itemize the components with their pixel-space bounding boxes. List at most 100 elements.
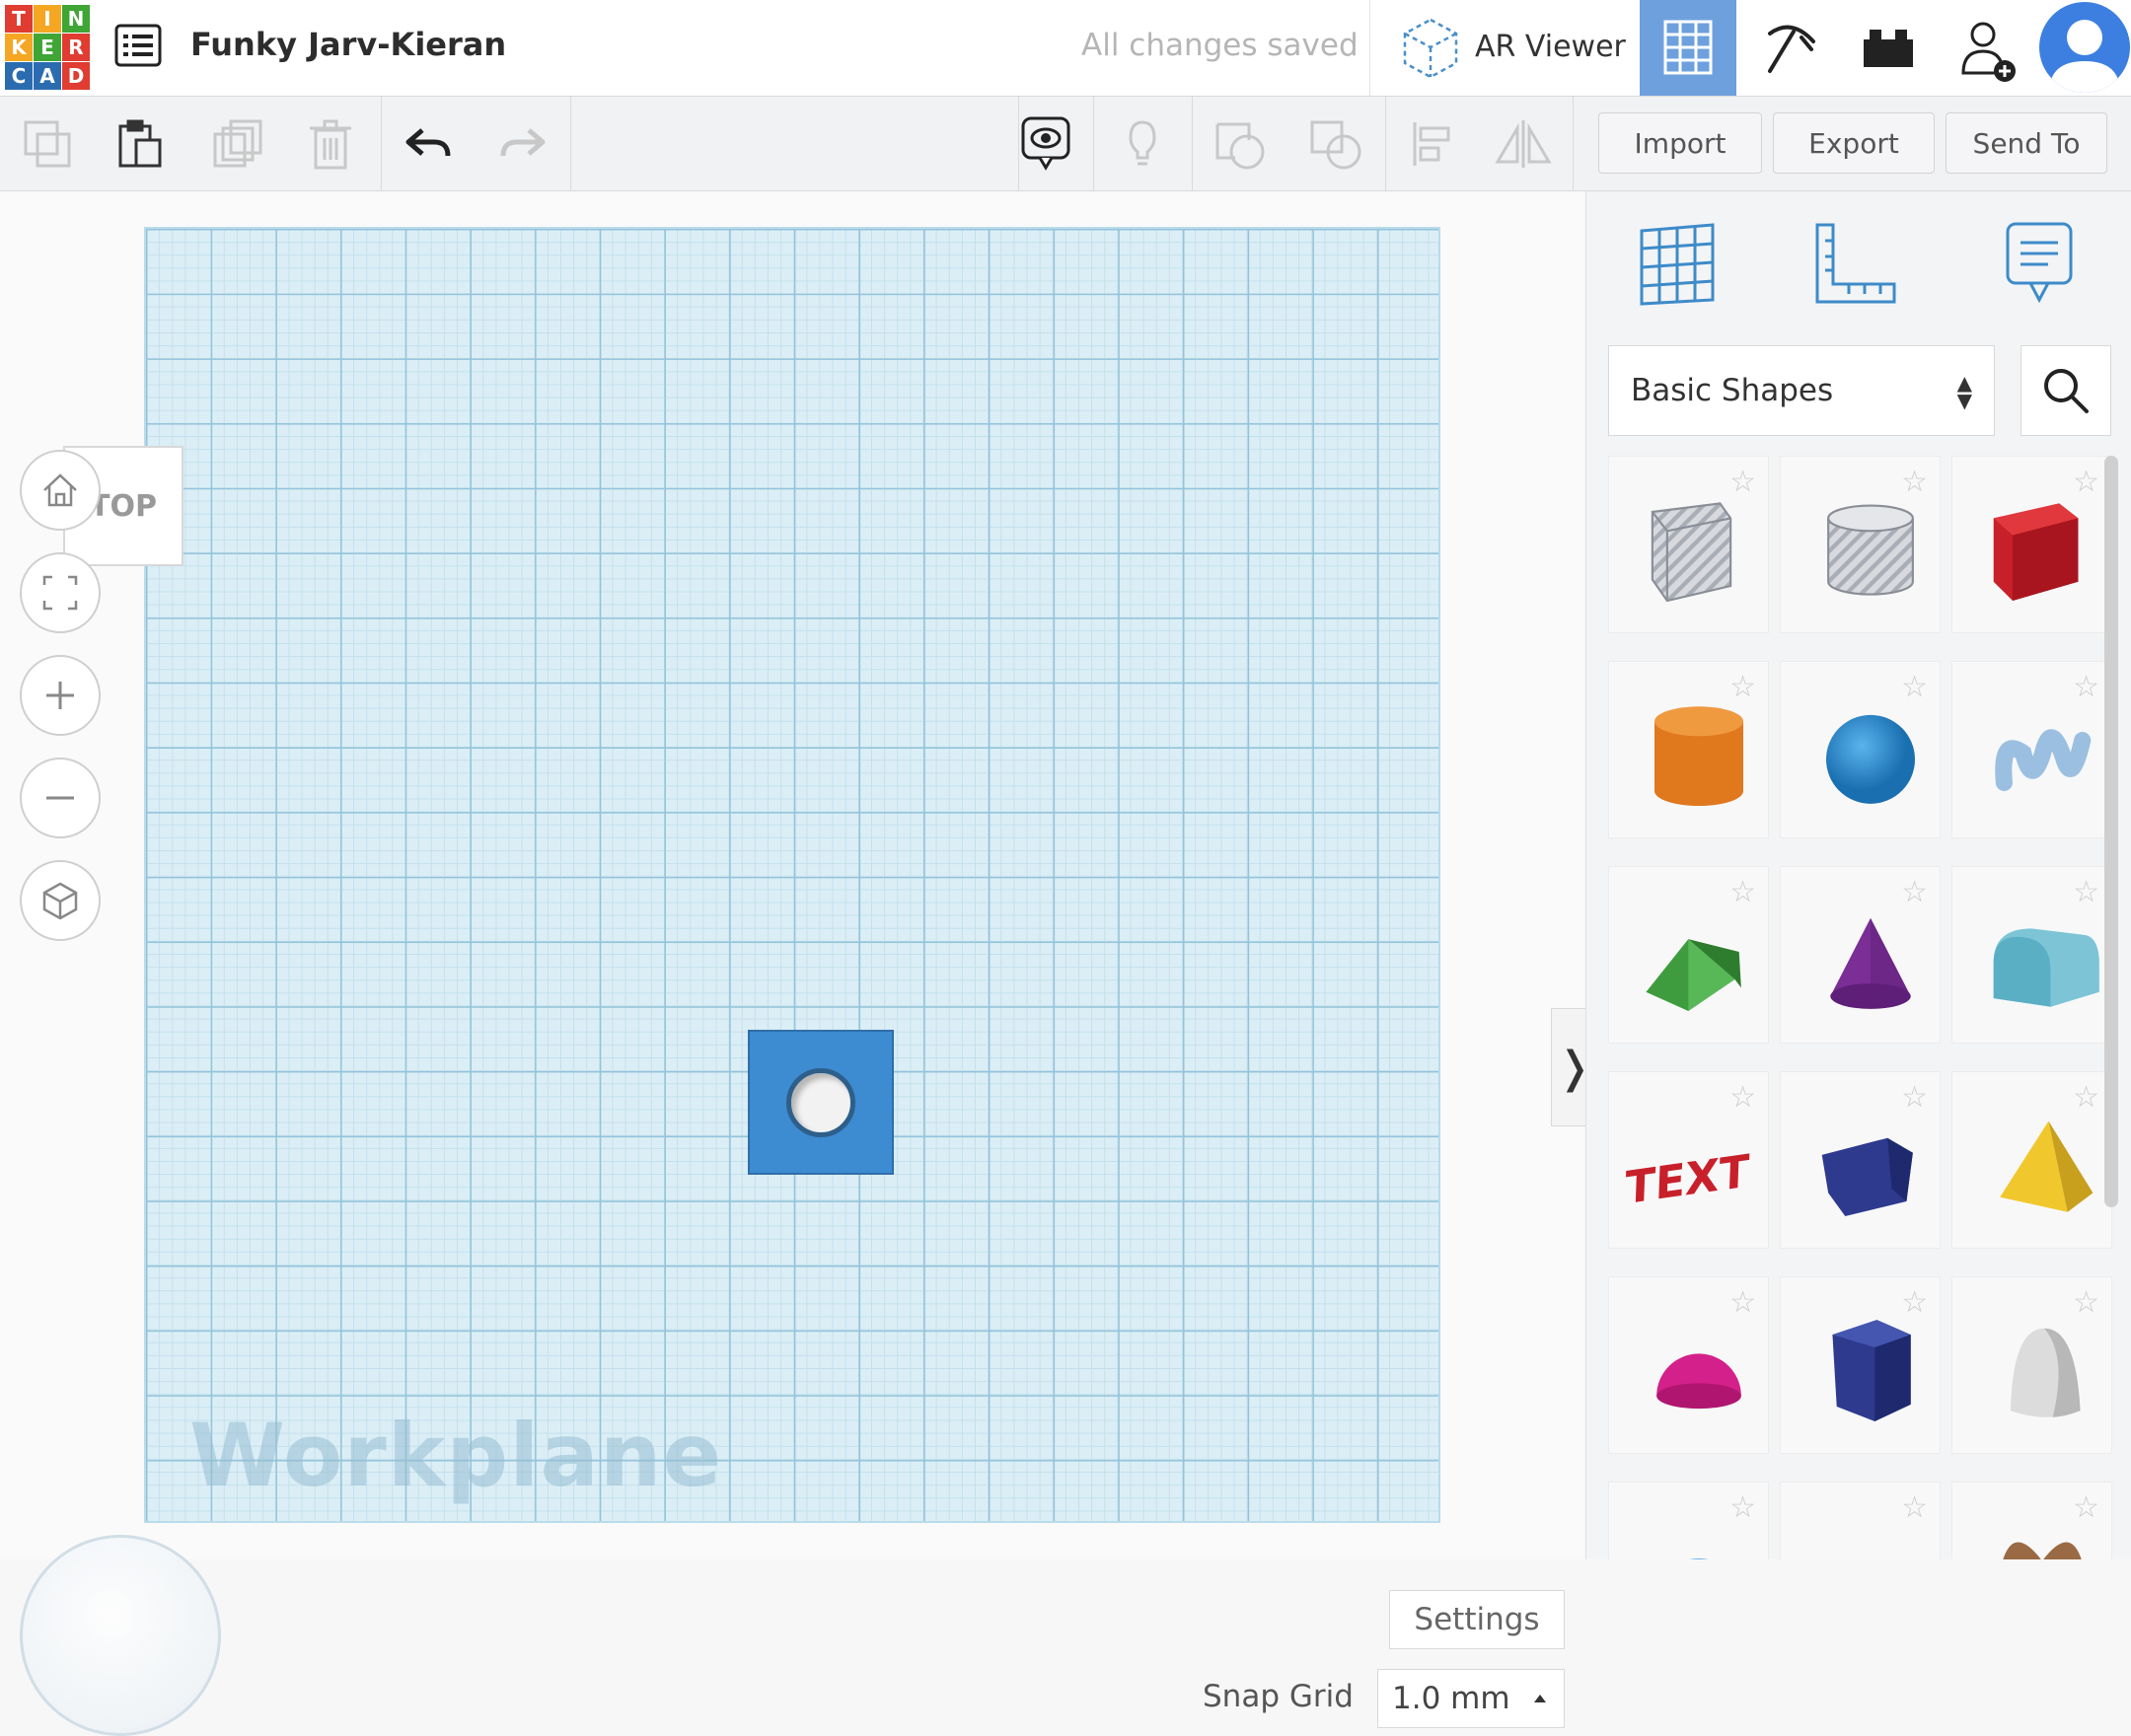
shape-tile-prism[interactable]: ☆ <box>1780 1276 1941 1454</box>
undo-icon[interactable] <box>403 118 454 170</box>
notes-eye-icon[interactable] <box>1020 114 1071 174</box>
group-icon[interactable] <box>1213 118 1265 170</box>
shape-grid: ☆ ☆ ☆ ☆ ☆ ☆ ☆ ☆ ☆ ☆ TEXT ☆ ☆ ☆ ☆ ☆ ☆ ☆ ☆ <box>1608 456 2121 1559</box>
user-avatar[interactable] <box>2039 2 2130 93</box>
ungroup-icon[interactable] <box>1308 118 1361 170</box>
duplicate-icon[interactable] <box>211 118 262 170</box>
trash-icon[interactable] <box>306 118 357 170</box>
divider <box>1573 97 1574 190</box>
shape-tile-cylinder-hole[interactable]: ☆ <box>1780 456 1941 633</box>
divider <box>381 97 382 190</box>
logo-letter: D <box>62 62 90 90</box>
shape-tile-sphere[interactable]: ☆ <box>1780 661 1941 838</box>
prism-thumbnail <box>1832 1320 1911 1421</box>
copy-icon[interactable] <box>22 118 73 170</box>
avatar-icon <box>2049 20 2120 93</box>
logo-letter: R <box>62 34 90 61</box>
svg-text:TEXT: TEXT <box>1625 1144 1750 1214</box>
ruler-icon[interactable] <box>1813 221 1898 310</box>
cylinder-hole <box>786 1068 855 1137</box>
plus-icon <box>46 682 74 709</box>
divider <box>1018 97 1019 190</box>
panel-scrollbar[interactable] <box>2104 456 2118 1207</box>
cylinder-thumbnail <box>1654 706 1743 806</box>
project-title[interactable]: Funky Jarv-Kieran <box>190 26 506 63</box>
3d-design-view-button[interactable] <box>1640 0 1736 96</box>
align-icon[interactable] <box>1409 118 1460 170</box>
shape-tile-scribble[interactable]: ☆ <box>1951 661 2112 838</box>
roof-thumbnail <box>1646 939 1741 1011</box>
shape-tile-tube[interactable]: ☆ <box>1780 1482 1941 1559</box>
mirror-icon[interactable] <box>1494 118 1552 170</box>
shape-tile-paraboloid[interactable]: ☆ <box>1951 1276 2112 1454</box>
snap-grid-select[interactable]: 1.0 mm <box>1377 1669 1565 1728</box>
notes-icon[interactable] <box>2005 221 2074 310</box>
import-button[interactable]: Import <box>1598 112 1762 174</box>
invite-user-button[interactable] <box>1936 0 2032 96</box>
workplane-settings-button[interactable]: Settings <box>1389 1590 1565 1649</box>
design-list-icon[interactable] <box>114 24 164 69</box>
workplane-tool-icon[interactable] <box>1636 221 1719 310</box>
perspective-cube-icon <box>42 882 78 920</box>
caret-up-icon <box>1534 1695 1546 1702</box>
round-roof-thumbnail <box>1993 928 2099 1007</box>
send-to-button[interactable]: Send To <box>1946 112 2107 174</box>
shape-tile-roof[interactable]: ☆ <box>1608 866 1769 1044</box>
box-hole-thumbnail <box>1651 502 1732 603</box>
ar-cube-icon <box>1403 18 1458 79</box>
logo-letter: E <box>34 34 61 61</box>
shape-tile-heart[interactable]: ☆ <box>1951 1482 2112 1559</box>
search-icon <box>2044 369 2089 413</box>
shape-tile-round-roof[interactable]: ☆ <box>1951 866 2112 1044</box>
shape-tile-polygon[interactable]: ☆ <box>1780 1071 1941 1249</box>
workplane-label: Workplane <box>189 1405 723 1506</box>
perspective-toggle-button[interactable] <box>20 860 101 941</box>
snap-grid-label: Snap Grid <box>1203 1679 1354 1714</box>
logo-letter: A <box>34 62 61 90</box>
bricks-view-button[interactable] <box>1837 0 1934 96</box>
add-user-icon <box>1961 22 2016 82</box>
divider <box>570 97 571 190</box>
heart-thumbnail <box>2003 1542 2082 1559</box>
shape-tile-text[interactable]: ☆ TEXT <box>1608 1071 1769 1249</box>
shape-tile-pyramid[interactable]: ☆ <box>1951 1071 2112 1249</box>
zoom-in-button[interactable] <box>20 655 101 736</box>
redo-icon[interactable] <box>497 118 549 170</box>
divider <box>1385 97 1386 190</box>
shape-tile-torus[interactable]: ☆ <box>1608 1482 1769 1559</box>
tube-thumbnail <box>1797 1508 1945 1559</box>
paraboloid-thumbnail <box>2010 1328 2081 1417</box>
shape-tile-cylinder[interactable]: ☆ <box>1608 661 1769 838</box>
shape-search-button[interactable] <box>2021 345 2111 436</box>
paste-icon[interactable] <box>114 118 166 170</box>
home-view-button[interactable] <box>20 450 101 531</box>
sphere-thumbnail <box>1826 714 1915 804</box>
blocks-view-button[interactable] <box>1738 0 1835 96</box>
snap-grid-value: 1.0 mm <box>1392 1681 1510 1716</box>
3d-viewport[interactable]: Workplane TOP Settings Snap Grid 1.0 mm … <box>0 191 1598 1736</box>
brick-icon <box>1864 30 1913 67</box>
ar-viewer-button[interactable]: AR Viewer <box>1370 0 1637 96</box>
ar-viewer-label: AR Viewer <box>1475 30 1626 64</box>
logo-letter: T <box>5 5 33 33</box>
shape-tile-cone[interactable]: ☆ <box>1780 866 1941 1044</box>
box-with-hole-shape[interactable] <box>748 1030 894 1175</box>
shape-tile-box[interactable]: ☆ <box>1951 456 2112 633</box>
export-button[interactable]: Export <box>1773 112 1935 174</box>
logo-letter: C <box>5 62 33 90</box>
fit-view-button[interactable] <box>20 552 101 633</box>
shape-tile-box-hole[interactable]: ☆ <box>1608 456 1769 633</box>
half-sphere-thumbnail <box>1656 1353 1741 1410</box>
shape-library-select[interactable]: Basic Shapes ▲ ▼ <box>1608 345 1995 436</box>
orbit-control[interactable] <box>20 1535 221 1736</box>
cylinder-hole-thumbnail <box>1827 504 1914 596</box>
divider <box>1093 97 1094 190</box>
save-status: All changes saved <box>1081 28 1359 63</box>
tinkercad-logo[interactable]: T I N K E R C A D <box>5 5 90 90</box>
lightbulb-icon[interactable] <box>1117 118 1168 170</box>
shape-tile-half-sphere[interactable]: ☆ <box>1608 1276 1769 1454</box>
minus-icon <box>46 796 74 800</box>
torus-thumbnail <box>1689 1558 1709 1559</box>
zoom-out-button[interactable] <box>20 758 101 838</box>
workplane-grid[interactable] <box>144 227 1440 1523</box>
